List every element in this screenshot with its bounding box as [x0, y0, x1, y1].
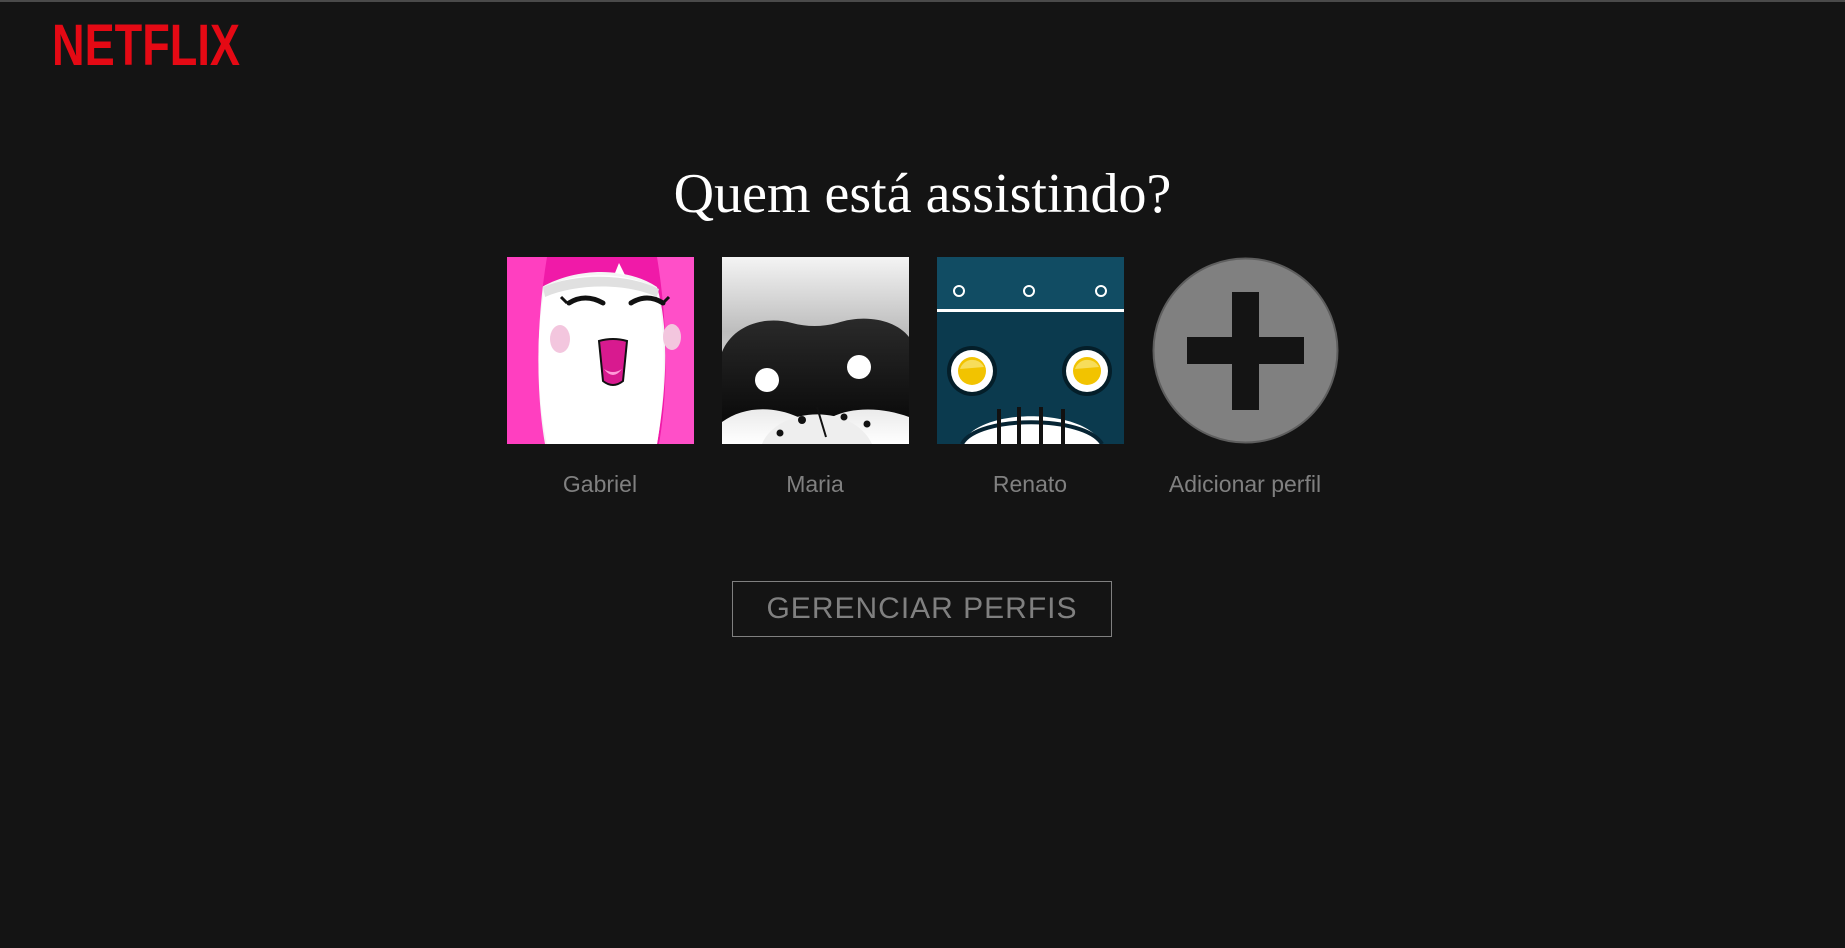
plus-circle-icon[interactable] — [1152, 257, 1339, 444]
profile-list: Gabriel Maria Renato Adicionar perfil — [0, 257, 1845, 499]
svg-text:NETFLIX: NETFLIX — [52, 14, 240, 72]
add-profile[interactable]: Adicionar perfil — [1152, 257, 1339, 499]
profile-maria[interactable]: Maria — [721, 257, 909, 499]
netflix-logo-icon: NETFLIX — [52, 14, 240, 72]
profile-name: Maria — [786, 471, 844, 497]
profile-name: Adicionar perfil — [1168, 471, 1322, 497]
masked-raccoon-icon[interactable] — [721, 257, 909, 444]
profile-gabriel[interactable]: Gabriel — [506, 257, 694, 499]
manage-profiles-button[interactable]: GERENCIAR PERFIS — [732, 581, 1112, 637]
top-border — [0, 0, 1845, 2]
profile-renato[interactable]: Renato — [936, 257, 1124, 499]
smiling-pink-character-icon[interactable] — [506, 257, 694, 444]
blue-robot-icon[interactable] — [936, 257, 1124, 444]
profile-name: Gabriel — [562, 471, 638, 497]
netflix-logo[interactable]: NETFLIX — [52, 14, 240, 72]
page-title: Quem está assistindo? — [673, 163, 1172, 225]
profile-name: Renato — [992, 471, 1068, 497]
